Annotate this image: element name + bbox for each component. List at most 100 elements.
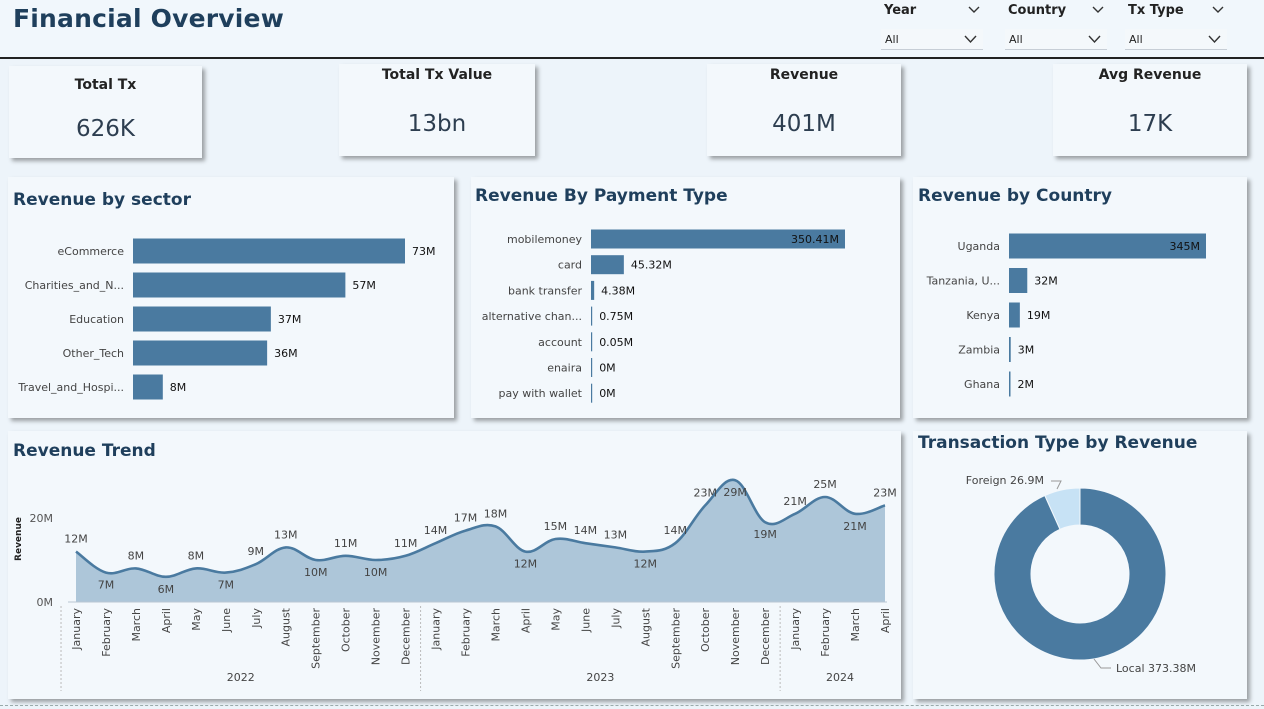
x-tick-label: August [280,607,293,646]
kpi-label: Avg Revenue [1098,67,1202,83]
data-label: 345M [1170,240,1201,253]
x-tick-label: April [879,608,892,633]
revenue-trend-panel[interactable]: Revenue Trend 20M 0M Revenue 12M 7M 8M 6M 8M 7M 9… [8,431,901,699]
revenue-by-country-chart: Uganda 345M Tanzania, U... 32M Kenya 19M Zambi… [926,233,1206,397]
bar[interactable] [133,272,346,298]
kpi-card-total-tx[interactable]: Total Tx 626K [9,66,202,158]
bar[interactable] [591,255,624,275]
x-tick-label: August [639,607,652,646]
txtype-slicer[interactable]: Tx Type All [1125,2,1227,50]
data-label: 32M [1034,275,1058,288]
x-tick-label: September [310,608,323,669]
txtype-dropdown[interactable]: All [1125,29,1227,50]
y-tick-label: 20M [30,512,54,525]
year-slicer-label: Year [884,3,917,18]
bar[interactable] [1009,268,1028,293]
data-label: Foreign 26.9M [966,474,1044,487]
data-label: 7M [218,579,235,592]
country-slicer-label: Country [1008,3,1067,18]
country-dropdown[interactable]: All [1005,29,1107,50]
data-label: 29M [723,486,747,499]
revenue-by-sector-chart: eCommerce 73M Charities_and_N... 57M Educati… [17,238,436,400]
revenue-by-country-panel[interactable]: Revenue by Country Uganda 345M Tanzania, U… [913,177,1247,418]
year-dropdown-value: All [885,33,899,46]
data-label: 350.41M [791,233,839,246]
x-tick-label: January [70,608,83,651]
data-label: 8M [188,549,205,562]
x-tick-label: January [789,608,802,651]
data-label: 10M [304,566,328,579]
x-tick-label: June [579,608,592,633]
chevron-down-icon[interactable] [1212,2,1224,16]
x-tick-label: November [370,608,383,666]
category-label: eCommerce [58,245,125,258]
data-label: 3M [1018,344,1035,357]
category-label: card [558,259,582,272]
revenue-by-sector-panel[interactable]: Revenue by sector eCommerce 73M Charities_… [8,177,454,418]
category-label: Ghana [964,378,1000,391]
data-label: 0.75M [599,310,633,323]
transaction-type-panel[interactable]: Transaction Type by Revenue Foreign 26.9… [913,431,1247,699]
bar[interactable] [591,332,593,352]
data-label: 19M [753,528,777,541]
x-tick-label: November [729,608,742,666]
data-label: 0M [599,387,616,400]
chevron-down-icon[interactable] [968,2,980,16]
chevron-down-icon [1208,34,1221,44]
data-label: 13M [274,528,298,541]
bar[interactable] [591,306,593,326]
kpi-value: 626K [76,116,135,142]
page-divider [0,705,1264,706]
chevron-down-icon [1088,34,1101,44]
category-label: pay with wallet [499,387,583,400]
data-label: 14M [664,524,688,537]
data-label: 14M [424,524,448,537]
data-label: 17M [454,512,478,525]
category-label: Travel_and_Hospi... [17,381,124,394]
data-label: 57M [352,279,376,292]
bar[interactable] [1009,371,1011,397]
data-label: 19M [1027,309,1051,322]
x-tick-label: April [160,608,173,633]
bar[interactable] [133,306,271,332]
bar[interactable] [591,383,593,403]
data-label: 21M [783,495,807,508]
bar[interactable] [133,238,405,264]
chevron-down-icon[interactable] [1092,2,1104,16]
x-tick-label: April [519,608,532,633]
year-dropdown[interactable]: All [881,29,983,50]
kpi-card-revenue[interactable]: Revenue 401M [707,64,901,156]
bar[interactable] [591,358,593,377]
country-slicer[interactable]: Country All [1005,2,1107,50]
category-label: Tanzania, U... [926,275,1000,288]
data-label: 0M [599,362,616,375]
data-label: 18M [484,507,508,520]
category-label: Education [69,313,124,326]
kpi-card-avg-revenue[interactable]: Avg Revenue 17K [1053,64,1247,156]
revenue-by-payment-panel[interactable]: Revenue By Payment Type mobilemoney 350.4… [471,177,900,418]
x-tick-label: September [669,608,682,669]
donut-slice-local[interactable] [993,487,1167,661]
data-label: 8M [170,381,187,394]
data-label: 9M [248,545,265,558]
category-label: Zambia [958,344,1000,357]
kpi-value: 401M [772,111,836,137]
bar[interactable] [1009,337,1011,362]
data-label: 11M [394,537,418,550]
bar[interactable] [133,340,268,366]
data-label: 4.38M [601,284,635,297]
year-slicer[interactable]: Year All [881,2,983,50]
kpi-card-total-tx-value[interactable]: Total Tx Value 13bn [339,64,535,156]
bar[interactable] [1009,302,1020,328]
bar[interactable] [133,374,163,400]
bar[interactable] [591,280,595,300]
data-label: 23M [873,486,897,499]
data-label: 8M [128,549,145,562]
x-tick-label: February [819,608,832,657]
data-label: 12M [634,558,658,571]
country-dropdown-value: All [1009,33,1023,46]
kpi-label: Total Tx [74,77,137,93]
leader-line [1051,480,1062,490]
category-label: Charities_and_N... [25,279,124,292]
txtype-slicer-label: Tx Type [1128,3,1184,18]
